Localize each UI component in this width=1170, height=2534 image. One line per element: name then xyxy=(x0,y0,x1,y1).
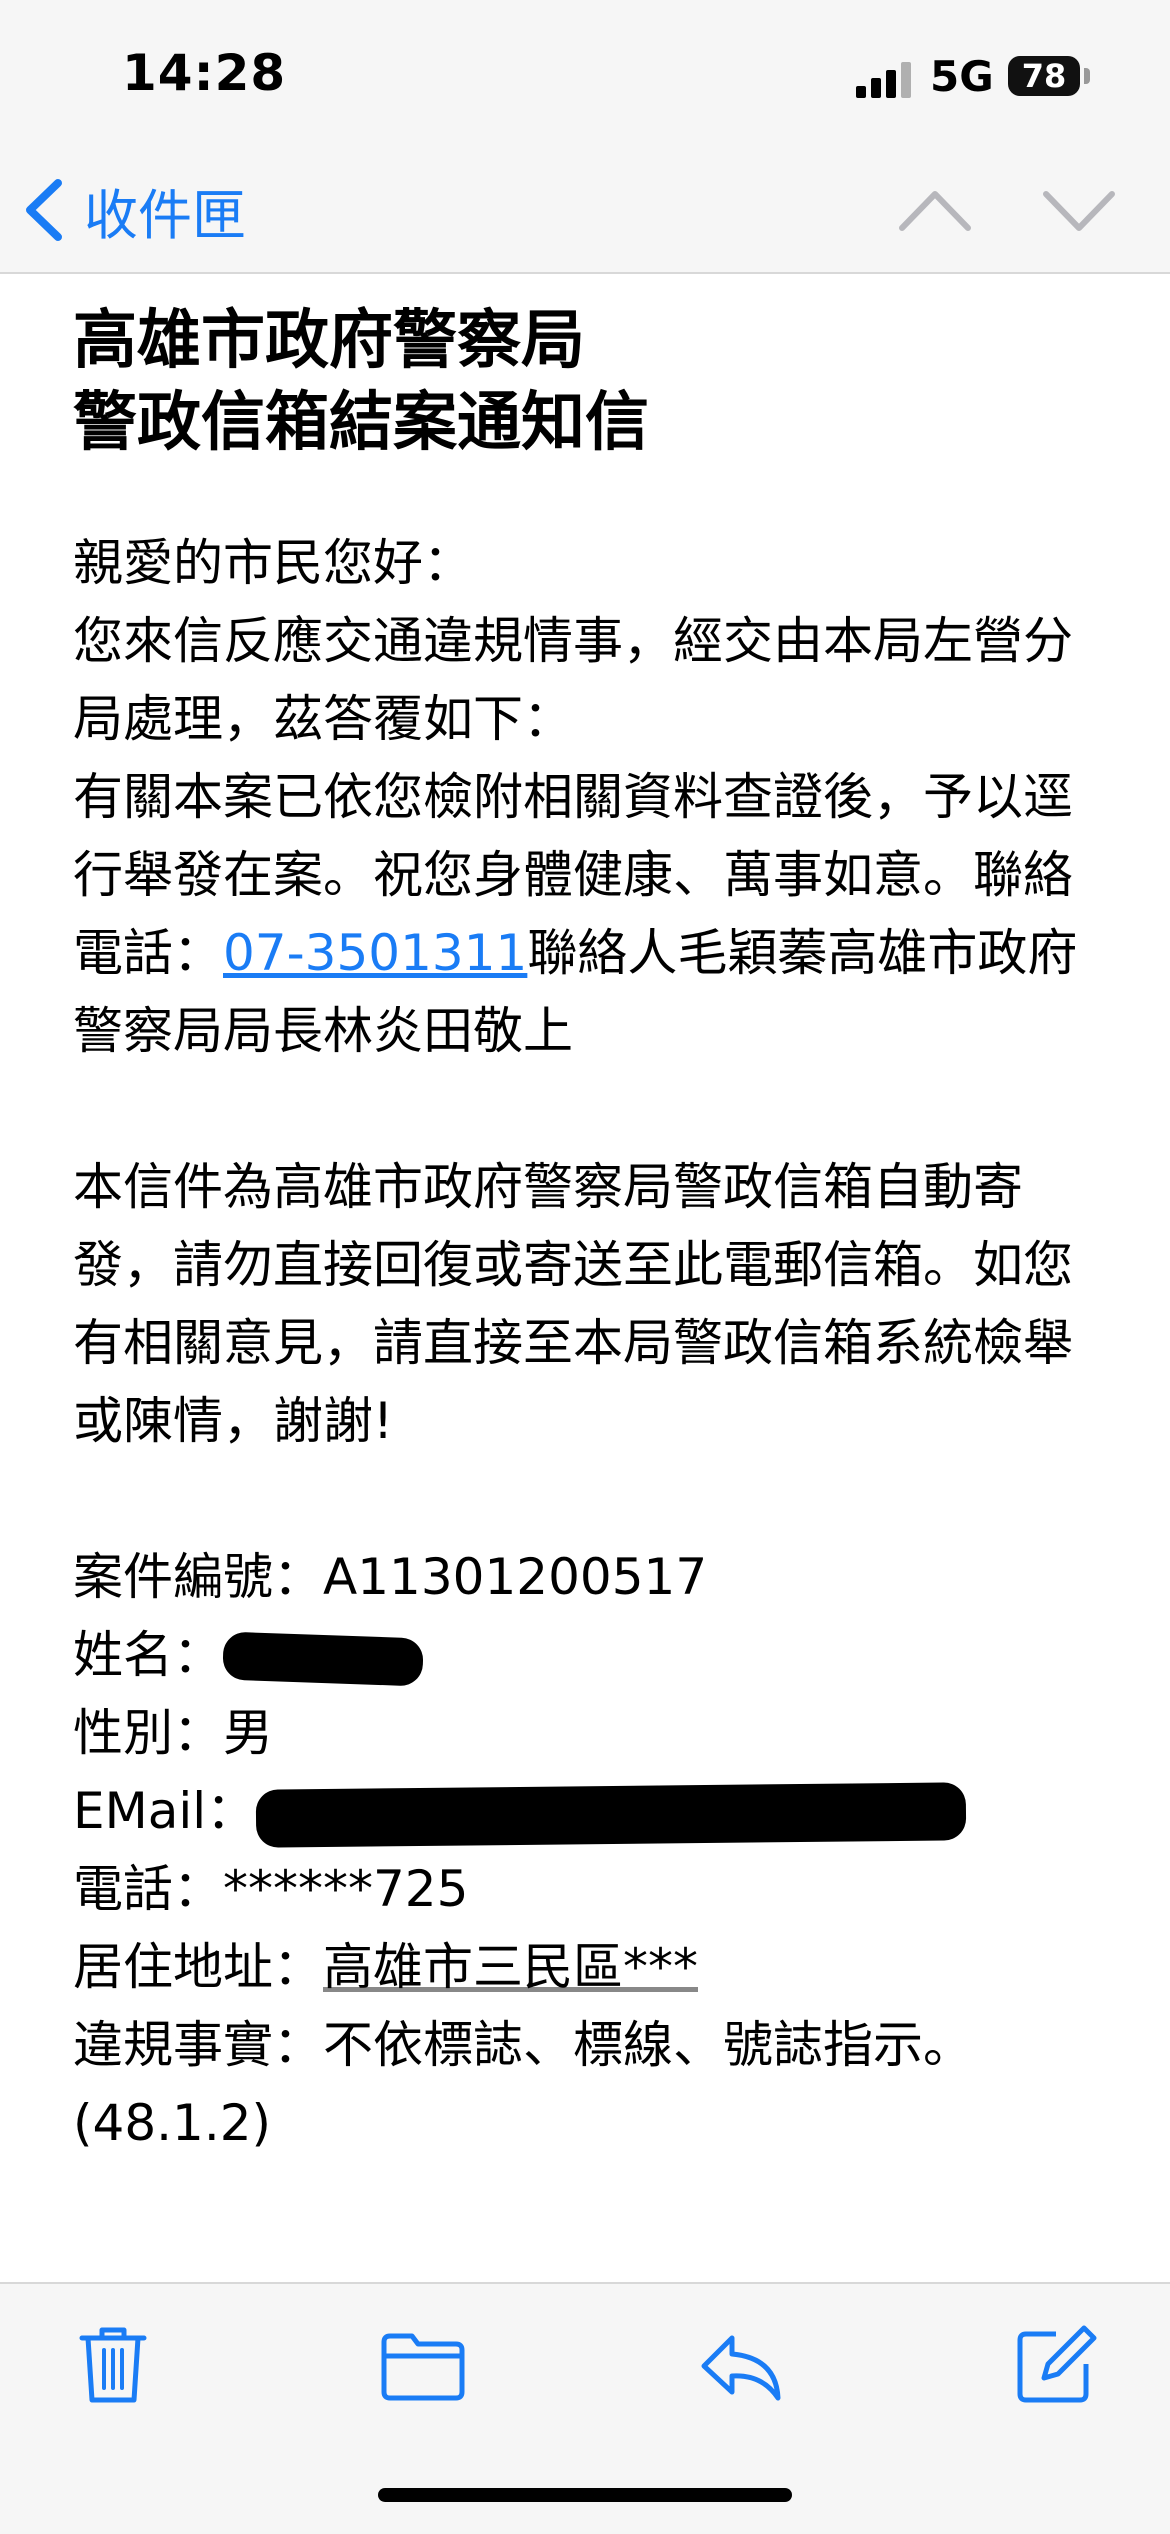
chevron-up-icon[interactable] xyxy=(896,180,974,240)
address-value[interactable]: 高雄市三民區*** xyxy=(323,1938,698,1996)
trash-icon xyxy=(79,2327,147,2403)
chevron-left-icon xyxy=(26,179,62,241)
gender-value: 男 xyxy=(223,1704,273,1762)
subject-line-2: 警政信箱結案通知信 xyxy=(73,386,649,460)
case-number-label: 案件編號： xyxy=(73,1548,323,1606)
mail-toolbar xyxy=(0,2282,1170,2534)
case-number-value: A11301200517 xyxy=(323,1548,708,1606)
email-subject: 高雄市政府警察局 警政信箱結案通知信 xyxy=(73,300,1103,464)
delete-button[interactable] xyxy=(68,2320,158,2410)
subject-line-1: 高雄市政府警察局 xyxy=(73,304,585,378)
reply-paragraph-2: 有關本案已依您檢附相關資料查證後，予以逕行舉發在案。祝您身體健康、萬事如意。聯絡… xyxy=(73,758,1103,1070)
email-label: EMail： xyxy=(73,1782,257,1840)
battery-icon: 78 xyxy=(1008,56,1080,96)
status-bar: 14:28 5G 78 xyxy=(0,0,1170,150)
reply-paragraph-1: 您來信反應交通違規情事，經交由本局左營分局處理，茲答覆如下： xyxy=(73,612,1073,748)
auto-notice-paragraph: 本信件為高雄市政府警察局警政信箱自動寄發，請勿直接回復或寄送至此電郵信箱。如您有… xyxy=(73,1158,1073,1450)
battery-tip xyxy=(1084,68,1090,84)
address-label: 居住地址： xyxy=(73,1938,323,1996)
back-to-inbox-button[interactable]: 收件匣 xyxy=(22,170,246,250)
reply-icon xyxy=(701,2335,781,2401)
redacted-email xyxy=(255,1781,967,1848)
violation-label: 違規事實： xyxy=(73,2016,323,2074)
phone-field: 電話：******725 xyxy=(73,1850,1103,1928)
email-field: EMail： xyxy=(73,1772,1103,1850)
contact-phone-link[interactable]: 07-3501311 xyxy=(223,924,527,982)
folder-icon xyxy=(381,2333,465,2401)
compose-button[interactable] xyxy=(1010,2320,1100,2410)
reply-button[interactable] xyxy=(696,2320,786,2410)
mail-nav-bar: 收件匣 xyxy=(0,150,1170,274)
move-to-folder-button[interactable] xyxy=(378,2320,468,2410)
violation-field: 違規事實：不依標誌、標線、號誌指示。(48.1.2) xyxy=(73,2006,1103,2162)
cellular-signal-icon xyxy=(856,62,911,98)
phone-value: ******725 xyxy=(223,1860,469,1918)
back-label: 收件匣 xyxy=(84,183,246,247)
greeting: 親愛的市民您好： xyxy=(73,534,473,592)
gender-field: 性別：男 xyxy=(73,1694,1103,1772)
network-type: 5G xyxy=(930,52,994,101)
home-indicator[interactable] xyxy=(378,2488,792,2502)
chevron-down-icon[interactable] xyxy=(1040,180,1118,240)
status-time: 14:28 xyxy=(122,44,287,102)
address-field: 居住地址：高雄市三民區*** xyxy=(73,1928,1103,2006)
case-number-field: 案件編號：A11301200517 xyxy=(73,1538,1103,1616)
redacted-name xyxy=(222,1631,424,1686)
name-field: 姓名： xyxy=(73,1616,1103,1694)
gender-label: 性別： xyxy=(73,1704,223,1762)
name-label: 姓名： xyxy=(73,1626,223,1684)
phone-label: 電話： xyxy=(73,1860,223,1918)
email-body: 高雄市政府警察局 警政信箱結案通知信 親愛的市民您好： 您來信反應交通違規情事，… xyxy=(73,300,1103,2162)
compose-icon xyxy=(1017,2325,1097,2403)
